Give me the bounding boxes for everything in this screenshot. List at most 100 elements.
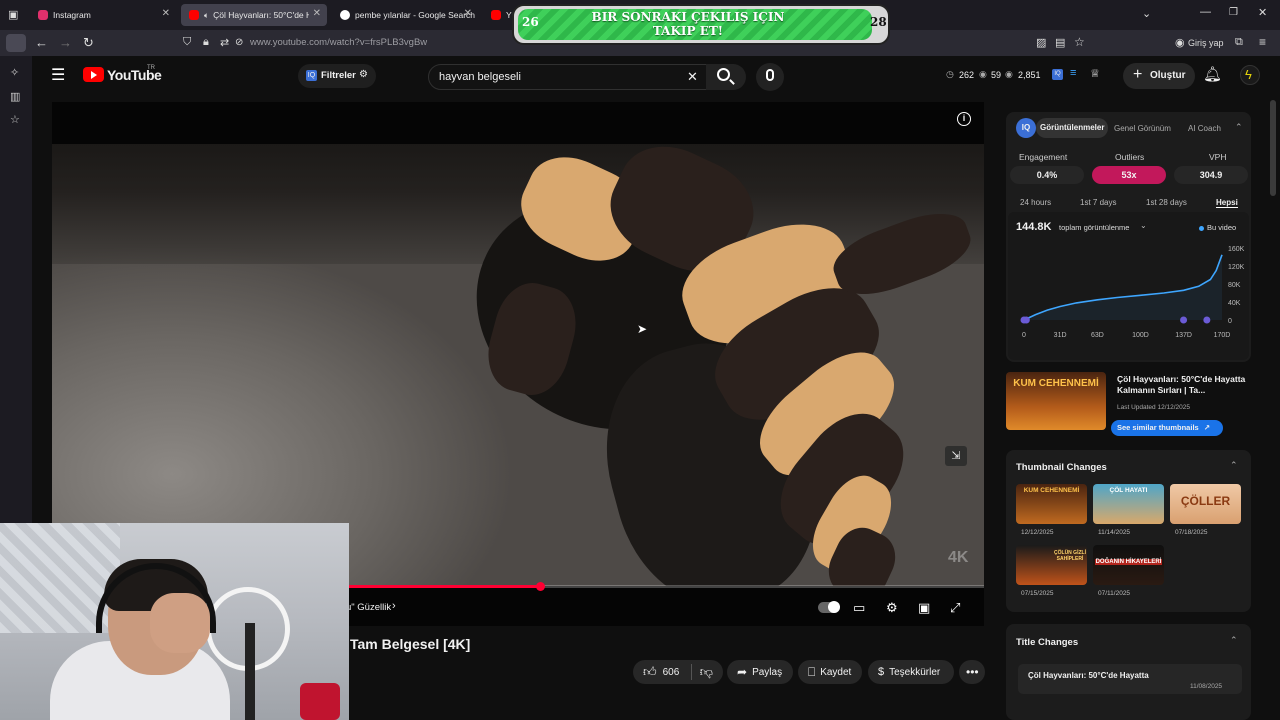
share-button[interactable]: ➦ Paylaş xyxy=(727,660,793,684)
close-icon[interactable]: ✕ xyxy=(464,8,472,19)
youtube-icon xyxy=(189,10,199,20)
range-28d[interactable]: 1st 28 days xyxy=(1146,198,1187,207)
thanks-label: Teşekkürler xyxy=(889,666,941,678)
chapter-label[interactable]: u" Güzellik xyxy=(346,602,391,613)
voice-search-button[interactable] xyxy=(756,63,784,91)
create-button[interactable]: + Oluştur xyxy=(1123,63,1195,89)
close-icon[interactable]: ✕ xyxy=(162,8,170,19)
reader-icon[interactable]: ▤ xyxy=(1055,36,1065,49)
bookmark-star-icon[interactable]: ☆ xyxy=(1074,35,1085,49)
picture-icon[interactable]: ▨ xyxy=(1036,36,1046,49)
total-views: 144.8K xyxy=(1016,221,1052,233)
close-window-icon[interactable]: ✕ xyxy=(1258,6,1267,19)
tab-overview-icon[interactable]: ▣ xyxy=(8,8,18,21)
range-all[interactable]: Hepsi xyxy=(1216,198,1238,208)
change-marker[interactable] xyxy=(1203,316,1211,324)
sidebar-toggle-icon[interactable] xyxy=(6,34,26,52)
speaker-icon[interactable]: 🔈︎ xyxy=(204,10,209,21)
menu-icon[interactable]: ≡ xyxy=(1259,35,1266,49)
tab-views[interactable]: Görüntülenmeler xyxy=(1036,118,1109,138)
thumbnail-date: 12/12/2025 xyxy=(1021,529,1054,536)
camera-off-icon[interactable]: ⊘ xyxy=(235,37,243,48)
tab-google-search[interactable]: pembe yılanlar - Google Search ✕ xyxy=(332,4,478,26)
search-box[interactable]: hayvan belgeseli ✕ xyxy=(428,64,744,90)
tab-instagram[interactable]: Instagram ✕ xyxy=(30,4,176,26)
youtube-logo-icon[interactable] xyxy=(83,67,104,82)
range-7d[interactable]: 1st 7 days xyxy=(1080,198,1116,207)
subtitles-icon[interactable]: ▭ xyxy=(853,600,865,616)
minimize-icon[interactable]: — xyxy=(1200,6,1211,18)
y-tick-label: 80K xyxy=(1228,282,1241,289)
back-icon[interactable]: ← xyxy=(35,35,48,50)
thumbnail-text: KUM CEHENNEMİ xyxy=(1023,487,1080,494)
extensions-icon[interactable]: ⧉ xyxy=(1235,36,1243,49)
search-icon xyxy=(717,68,730,81)
chevron-down-icon[interactable]: ⌄ xyxy=(1142,7,1151,20)
collapse-icon[interactable]: ⌃ xyxy=(1230,460,1238,471)
dropdown-icon[interactable]: ⌄ xyxy=(1140,221,1147,230)
thumbnail-change-4[interactable]: ÇÖLÜN GİZLİ SAHİPLERİ xyxy=(1016,545,1087,585)
change-marker[interactable] xyxy=(1180,316,1188,324)
giveaway-banner: 26 BIR SONRAKI ÇEKILIŞ IÇIN TAKIP ET! 28 xyxy=(512,4,890,45)
autoplay-toggle[interactable] xyxy=(818,601,840,613)
trophy-icon[interactable]: ♕ xyxy=(1090,67,1100,80)
extensions-rail-icon[interactable]: ✧ xyxy=(10,66,19,79)
tab-youtube-video[interactable]: 🔈︎ Çöl Hayvanları: 50°C'de Ha ✕ xyxy=(181,4,327,26)
avatar[interactable]: ϟ xyxy=(1240,65,1260,85)
tab-label: Çöl Hayvanları: 50°C'de Ha xyxy=(213,10,310,20)
list-icon[interactable]: ≡ xyxy=(1070,67,1076,79)
change-marker[interactable] xyxy=(1022,316,1030,324)
thumbnail-change-5[interactable]: DOĞANIN HİKAYELERİ xyxy=(1093,545,1164,585)
signin-label[interactable]: Giriş yap xyxy=(1188,38,1224,48)
thanks-button[interactable]: $ Teşekkürler xyxy=(868,660,954,684)
tab-overview[interactable]: Genel Görünüm xyxy=(1114,124,1171,133)
search-button[interactable] xyxy=(706,64,746,90)
iq-badge-icon[interactable]: IQ xyxy=(1052,69,1063,80)
settings-gear-icon[interactable]: ⚙ xyxy=(886,600,898,616)
views-card: IQ Görüntülenmeler Genel Görünüm AI Coac… xyxy=(1006,112,1251,362)
hamburger-menu-icon[interactable]: ☰ xyxy=(51,65,65,85)
permissions-icon[interactable]: ⇄ xyxy=(220,36,229,49)
x-tick-label: 0 xyxy=(1022,332,1026,339)
similar-thumbnails-button[interactable]: See similar thumbnails ↗ xyxy=(1111,420,1223,436)
thumbnail-text: ÇÖL HAYATI xyxy=(1109,487,1148,494)
bookmarks-rail-icon[interactable]: ☆ xyxy=(10,113,20,126)
account-icon[interactable]: ◉ xyxy=(1175,36,1185,49)
thumbnail-change-2[interactable]: ÇÖL HAYATI xyxy=(1093,484,1164,524)
progress-knob[interactable] xyxy=(536,582,545,591)
fullscreen-icon[interactable]: ⤢ xyxy=(950,600,960,616)
filters-button[interactable]: IQ Filtreler ⚙︎ xyxy=(298,64,376,88)
url-field[interactable]: www.youtube.com/watch?v=frsPLB3vgBw xyxy=(250,37,427,48)
like-button[interactable]: 👍︎ 606 👎︎ xyxy=(633,660,723,684)
divider xyxy=(691,664,692,680)
thumbnail-change-1[interactable]: KUM CEHENNEMİ xyxy=(1016,484,1087,524)
close-icon[interactable]: ✕ xyxy=(313,8,321,19)
video-title: Tam Belgesel [4K] xyxy=(350,636,471,652)
more-actions-button[interactable]: ••• xyxy=(959,660,985,684)
thumbnail-text: ÇÖLÜN GİZLİ SAHİPLERİ xyxy=(1054,550,1086,562)
collapse-icon[interactable]: ⌃ xyxy=(1235,122,1243,133)
shield-icon[interactable]: ⛉ xyxy=(183,36,191,49)
page-scrollbar[interactable] xyxy=(1270,100,1276,196)
search-icon-handle xyxy=(729,79,735,85)
bell-icon[interactable]: 🔔︎ xyxy=(1203,65,1222,83)
expand-overlay-icon[interactable]: ⇲ xyxy=(945,446,967,466)
video-card-title[interactable]: Çöl Hayvanları: 50°C'de Hayatta Kalmanın… xyxy=(1117,374,1257,396)
save-button[interactable]: ⎕ Kaydet xyxy=(798,660,862,684)
tab-ai-coach[interactable]: AI Coach xyxy=(1188,124,1221,133)
restore-icon[interactable]: ❐ xyxy=(1229,7,1238,18)
history-rail-icon[interactable]: ▥ xyxy=(10,90,20,103)
title-change-item: Çöl Hayvanları: 50°C'de Hayatta 11/08/20… xyxy=(1018,664,1242,694)
collapse-icon[interactable]: ⌃ xyxy=(1230,635,1238,646)
chevron-right-icon[interactable]: › xyxy=(392,600,396,612)
reload-icon[interactable]: ↻ xyxy=(83,35,94,51)
video-card-updated: Last Updated 12/12/2025 xyxy=(1117,404,1191,411)
forward-icon[interactable]: → xyxy=(59,35,72,50)
info-icon[interactable]: i xyxy=(957,112,971,126)
thumbnail-change-3[interactable]: ÇÖLLER xyxy=(1170,484,1241,524)
theater-mode-icon[interactable]: ▣ xyxy=(918,600,930,616)
search-input[interactable]: hayvan belgeseli xyxy=(439,71,521,83)
video-thumbnail[interactable]: KUM CEHENNEMİ xyxy=(1006,372,1106,430)
range-24h[interactable]: 24 hours xyxy=(1020,198,1051,207)
clear-search-icon[interactable]: ✕ xyxy=(687,69,698,85)
